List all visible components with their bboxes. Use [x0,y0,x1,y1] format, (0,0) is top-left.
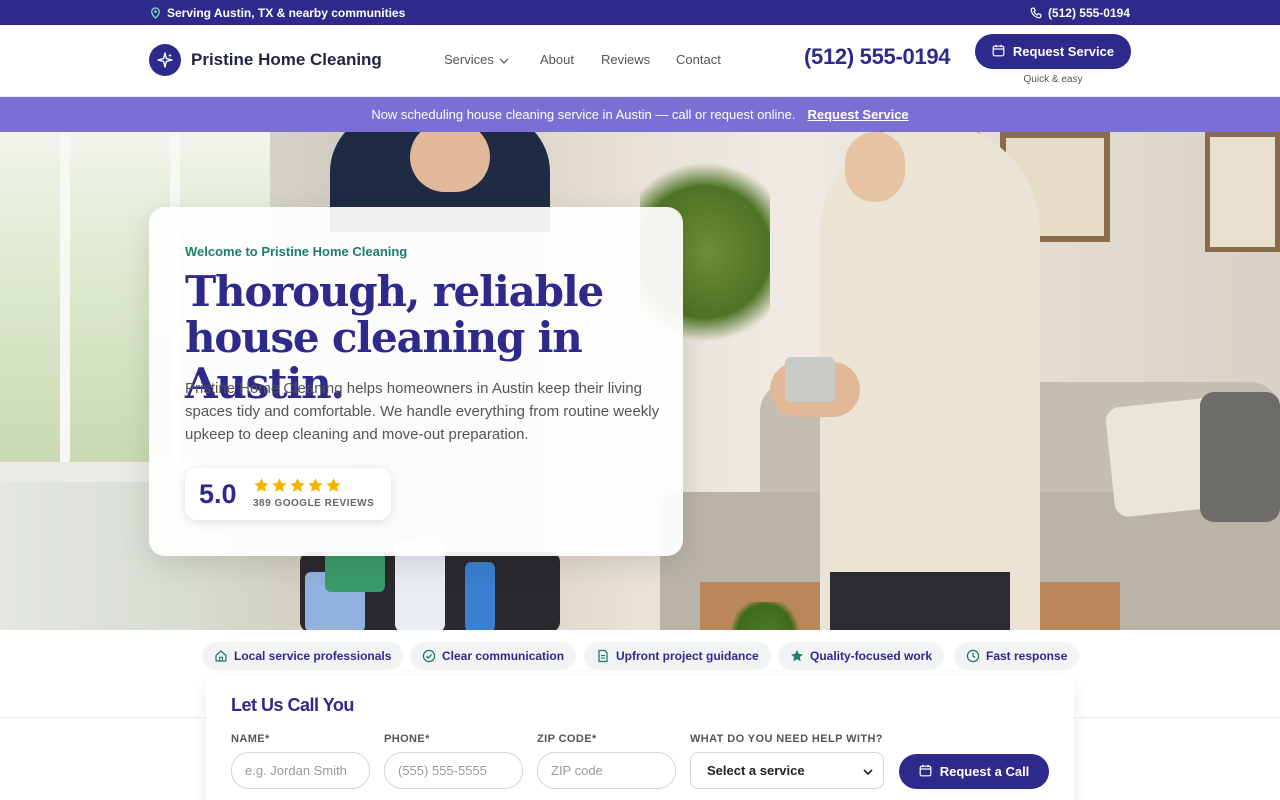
hero-card: Welcome to Pristine Home Cleaning Thorou… [149,207,683,556]
service-area-text: Serving Austin, TX & nearby communities [167,6,406,20]
nav-about-label: About [540,52,574,67]
phone-input[interactable]: (555) 555-5555 [384,752,523,789]
nav-about[interactable]: About [540,52,574,67]
star-icon [325,477,342,494]
document-icon [596,649,610,663]
chip-local-professionals: Local service professionals [202,642,404,670]
home-icon [214,649,228,663]
hero-section: Welcome to Pristine Home Cleaning Thorou… [0,132,1280,630]
star-icon [289,477,306,494]
star-icon [790,649,804,663]
star-icon [253,477,270,494]
phone-label: PHONE* [384,733,430,745]
name-label: NAME* [231,733,270,745]
nav-reviews-label: Reviews [601,52,651,67]
service-select-value: Select a service [707,763,805,778]
zip-input[interactable]: ZIP code [537,752,676,789]
hero-description: Pristine Home Cleaning helps homeowners … [185,380,660,443]
service-area: Serving Austin, TX & nearby communities [150,6,405,20]
nav-reviews[interactable]: Reviews [601,52,650,67]
rating-score: 5.0 [199,479,237,509]
trust-chips: Local service professionals Clear commun… [0,642,1280,670]
topbar-phone-link[interactable]: (512) 555-0194 [1030,6,1130,20]
call-request-form: Let Us Call You NAME* e.g. Jordan Smith … [206,676,1074,800]
logo-link[interactable]: Pristine Home Cleaning [149,44,382,76]
announcement-text: Now scheduling house cleaning service in… [371,107,796,122]
calendar-icon [992,44,1005,60]
request-service-subtext: Quick & easy [1023,74,1083,85]
google-rating-badge[interactable]: 5.0 389 GOOGLE REVIEWS [185,468,391,520]
map-pin-icon [150,7,161,19]
form-title: Let Us Call You [231,695,354,715]
nav-contact-label: Contact [676,52,721,67]
hero-eyebrow: Welcome to Pristine Home Cleaning [185,244,408,259]
star-icon [307,477,324,494]
sparkle-logo-icon [149,44,181,76]
brand-name: Pristine Home Cleaning [191,50,382,69]
service-label: WHAT DO YOU NEED HELP WITH? [690,733,883,745]
rating-review-count: 389 GOOGLE REVIEWS [253,498,375,509]
calendar-icon [919,764,932,780]
name-input[interactable]: e.g. Jordan Smith [231,752,370,789]
request-service-label: Request Service [1012,44,1115,59]
chip-quality-focused: Quality-focused work [778,642,945,670]
nav-services[interactable]: Services [444,52,509,67]
check-circle-icon [422,649,436,663]
clock-icon [966,649,980,663]
service-select[interactable]: Select a service [690,752,884,789]
chip-fast-response: Fast response [954,642,1080,670]
chevron-down-icon [499,52,509,67]
chip-clear-communication: Clear communication [410,642,577,670]
request-call-button[interactable]: Request a Call [899,754,1049,789]
header-phone-link[interactable]: (512) 555-0194 [804,44,951,70]
phone-icon [1030,7,1042,19]
nav-services-label: Services [444,52,494,67]
chevron-down-icon [863,763,873,778]
site-header: Pristine Home Cleaning Services About Re… [0,25,1280,97]
request-service-button[interactable]: Request Service [975,34,1131,69]
chip-upfront-guidance: Upfront project guidance [584,642,771,670]
chip-label: Clear communication [442,649,565,663]
top-utility-bar: Serving Austin, TX & nearby communities … [0,0,1280,25]
announcement-bar: Now scheduling house cleaning service in… [0,97,1280,132]
chip-label: Local service professionals [234,649,392,663]
star-icon [271,477,288,494]
zip-label: ZIP CODE* [537,733,597,745]
nav-contact[interactable]: Contact [676,52,721,67]
chip-label: Upfront project guidance [616,649,759,663]
topbar-phone-text: (512) 555-0194 [1047,6,1130,20]
chip-label: Quality-focused work [810,649,933,663]
request-call-label: Request a Call [939,764,1030,779]
announcement-request-link[interactable]: Request Service [808,107,909,122]
chip-label: Fast response [986,649,1068,663]
rating-stars [253,477,342,494]
